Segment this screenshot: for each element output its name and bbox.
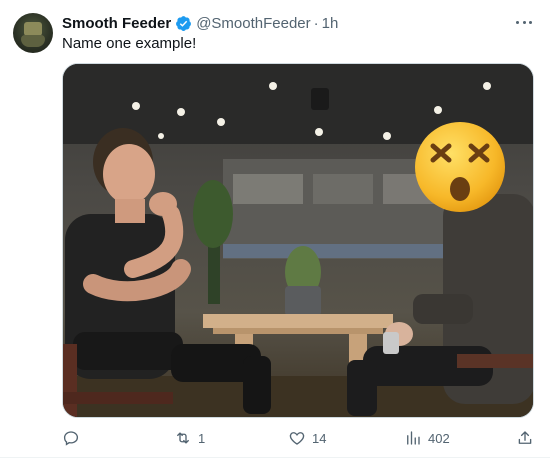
author-name[interactable]: Smooth Feeder	[62, 15, 171, 32]
avatar-figure-bottom	[21, 35, 45, 47]
reply-button[interactable]	[62, 427, 86, 449]
media-scene	[63, 64, 533, 417]
share-icon	[518, 431, 532, 444]
avatar[interactable]	[13, 13, 53, 53]
verified-badge-icon	[176, 15, 192, 31]
tweet-text: Name one example!	[62, 35, 197, 52]
retweet-count: 1	[198, 430, 206, 446]
views-chart-icon	[407, 431, 420, 445]
tweet-media-image[interactable]	[62, 63, 534, 418]
heart-icon	[289, 432, 305, 445]
tweet[interactable]: Smooth Feeder @SmoothFeeder · 1h Name on…	[0, 0, 550, 458]
astonished-face-icon	[415, 122, 505, 212]
like-button[interactable]: 14	[288, 427, 326, 449]
reply-icon	[63, 431, 79, 446]
tweet-timestamp[interactable]: 1h	[322, 15, 339, 32]
separator-dot: ·	[313, 14, 319, 32]
tweet-header: Smooth Feeder @SmoothFeeder · 1h	[62, 12, 338, 34]
share-button[interactable]	[516, 427, 534, 449]
retweet-icon	[177, 432, 189, 444]
tweet-actions: 1 14 402	[62, 427, 540, 449]
like-count: 14	[312, 430, 327, 446]
retweet-button[interactable]: 1	[174, 427, 205, 449]
views-button[interactable]: 402	[404, 427, 450, 449]
view-count: 402	[428, 430, 450, 446]
author-handle[interactable]: @SmoothFeeder	[196, 15, 310, 32]
more-options-icon[interactable]	[514, 14, 534, 30]
avatar-figure-top	[24, 22, 42, 36]
